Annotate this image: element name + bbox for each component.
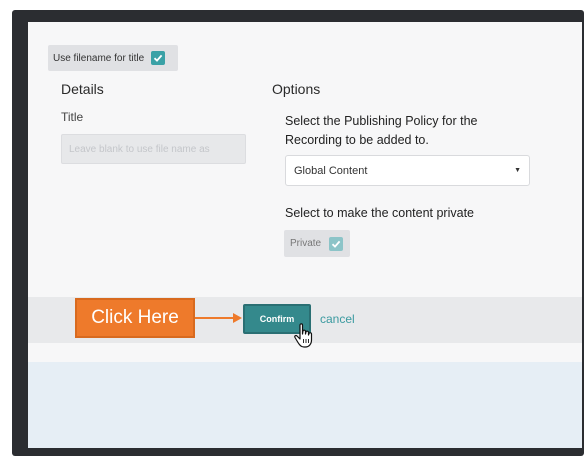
hand-pointer-icon (294, 323, 313, 348)
checkmark-icon (332, 240, 341, 248)
use-filename-checkbox[interactable] (151, 51, 166, 65)
publishing-policy-value: Global Content (294, 164, 368, 177)
title-input[interactable] (61, 134, 246, 164)
details-heading: Details (61, 81, 104, 97)
private-prompt: Select to make the content private (285, 206, 474, 220)
title-label: Title (61, 110, 84, 124)
cancel-link[interactable]: cancel (320, 312, 355, 326)
private-toggle[interactable]: Private (284, 230, 350, 257)
publishing-policy-select[interactable]: Global Content ▼ (285, 155, 530, 186)
arrow-right-icon (195, 313, 242, 323)
checkmark-icon (154, 54, 163, 62)
upload-dialog: Use filename for title Details Options T… (28, 22, 582, 448)
chevron-down-icon: ▼ (514, 167, 521, 174)
use-filename-label: Use filename for title (53, 52, 145, 64)
private-label: Private (290, 238, 322, 249)
use-filename-toggle[interactable]: Use filename for title (48, 45, 178, 71)
private-checkbox[interactable] (329, 236, 344, 251)
options-heading: Options (272, 81, 321, 97)
lower-panel (28, 362, 582, 448)
publishing-policy-prompt: Select the Publishing Policy for the Rec… (285, 114, 478, 147)
click-here-callout: Click Here (75, 298, 195, 338)
